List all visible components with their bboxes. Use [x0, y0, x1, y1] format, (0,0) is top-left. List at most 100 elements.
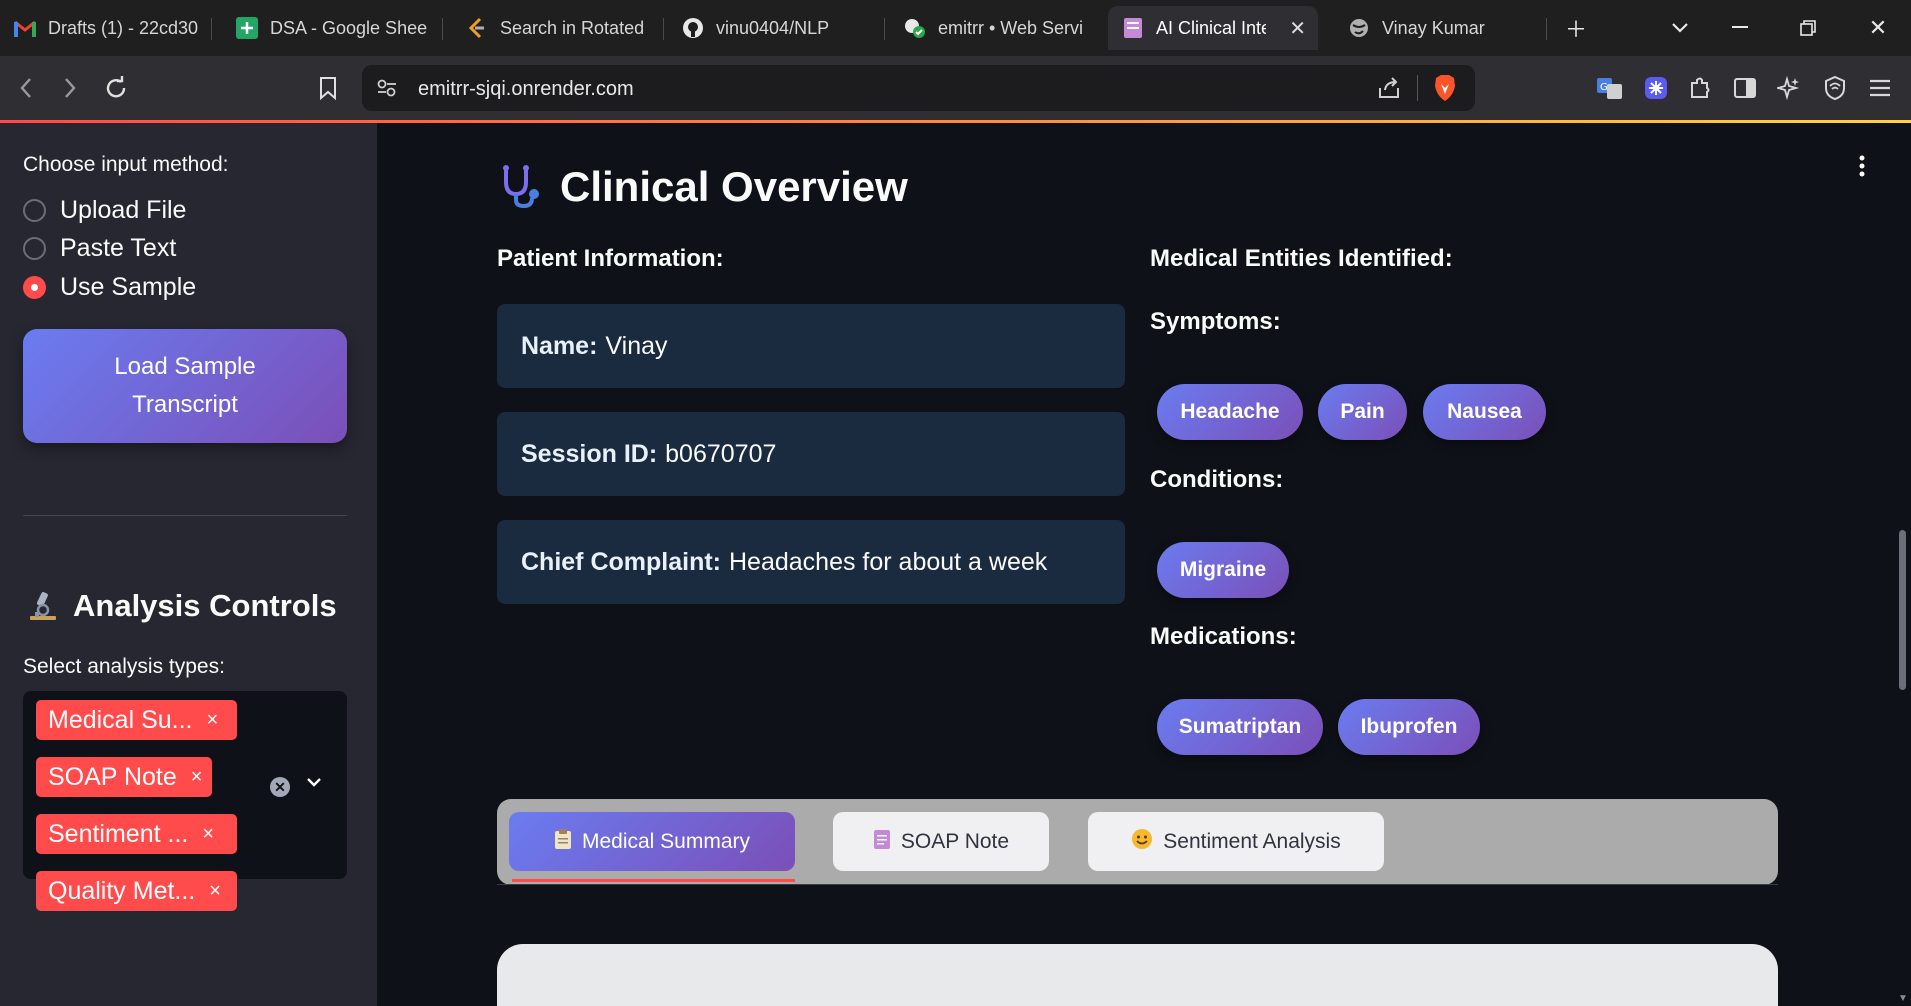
- app-menu-icon[interactable]: [1859, 155, 1865, 182]
- new-tab-icon[interactable]: ＋: [1556, 10, 1596, 46]
- session-id-card: Session ID: b0670707: [497, 412, 1125, 496]
- analysis-controls-title: Analysis Controls: [73, 588, 337, 623]
- browser-tab-render[interactable]: emitrr • Web Servi: [890, 6, 1100, 50]
- symptom-pill: Nausea: [1423, 384, 1546, 440]
- extensions-puzzle-icon[interactable]: [1680, 68, 1720, 108]
- tab-title: emitrr • Web Servi: [938, 17, 1083, 38]
- radio-button[interactable]: [23, 237, 46, 260]
- tab-label: SOAP Note: [900, 829, 1010, 853]
- analysis-type-multiselect[interactable]: Medical Su... × SOAP Note × Sentiment ..…: [23, 691, 347, 911]
- chip-remove-icon[interactable]: ×: [191, 766, 203, 789]
- chevron-down-icon[interactable]: [306, 775, 322, 793]
- browser-tab-active[interactable]: AI Clinical Inte ✕: [1108, 6, 1318, 50]
- share-icon[interactable]: [1377, 76, 1401, 105]
- load-sample-button[interactable]: Load Sample Transcript: [23, 329, 347, 443]
- tab-separator: [1546, 18, 1547, 40]
- conditions-heading: Conditions:: [1150, 466, 1284, 493]
- leo-ai-icon[interactable]: [1769, 68, 1809, 108]
- chip-label: Quality Met...: [48, 876, 196, 905]
- leetcode-icon: [466, 17, 488, 39]
- tab-label: Medical Summary: [581, 829, 751, 853]
- back-icon[interactable]: [6, 68, 46, 108]
- chip-sentiment: Sentiment ... ×: [36, 814, 237, 854]
- medication-pill: Sumatriptan: [1157, 699, 1323, 755]
- complaint-label: Chief Complaint:: [521, 547, 721, 576]
- translate-icon[interactable]: G: [1590, 68, 1630, 108]
- page-title-text: Clinical Overview: [560, 163, 908, 210]
- forward-icon[interactable]: [50, 68, 90, 108]
- tab-title: vinu0404/NLP: [716, 17, 830, 38]
- chip-remove-icon[interactable]: ×: [202, 823, 214, 846]
- notepad-icon: [873, 828, 891, 855]
- reload-icon[interactable]: [96, 68, 136, 108]
- input-method-label: Choose input method:: [23, 153, 229, 176]
- symptom-pill: Headache: [1157, 384, 1303, 440]
- vpn-shield-icon[interactable]: [1815, 68, 1855, 108]
- condition-pill: Migraine: [1157, 542, 1289, 598]
- radio-paste-text[interactable]: Paste Text: [23, 234, 176, 263]
- tab-sentiment-analysis[interactable]: Sentiment Analysis: [1088, 812, 1384, 871]
- tab-content-panel: [497, 944, 1778, 1006]
- browser-tab-sheets[interactable]: DSA - Google Shee: [222, 6, 440, 50]
- render-icon: [904, 17, 926, 39]
- browser-tab-github[interactable]: vinu0404/NLP: [668, 6, 878, 50]
- chip-remove-icon[interactable]: ×: [209, 880, 221, 903]
- browser-tab-gmail[interactable]: Drafts (1) - 22cd30: [0, 6, 210, 50]
- close-tab-icon[interactable]: ✕: [1289, 16, 1306, 41]
- radio-use-sample[interactable]: Use Sample: [23, 273, 196, 302]
- browser-toolbar: emitrr-sjqi.onrender.com G: [0, 56, 1911, 120]
- chief-complaint: Headaches for about a week: [729, 547, 1048, 576]
- svg-text:G: G: [1600, 82, 1608, 93]
- active-tab-indicator: [512, 879, 795, 882]
- globe-icon: [1348, 17, 1370, 39]
- symptoms-heading: Symptoms:: [1150, 308, 1281, 335]
- tab-search-chevron-icon[interactable]: [1660, 10, 1700, 46]
- site-settings-icon[interactable]: [376, 78, 398, 103]
- radio-button[interactable]: [23, 199, 46, 222]
- restore-icon[interactable]: [1788, 10, 1828, 46]
- radio-label: Use Sample: [60, 273, 197, 301]
- minimize-icon[interactable]: [1720, 10, 1760, 46]
- radio-button-selected[interactable]: [23, 276, 46, 299]
- tab-divider: [497, 884, 1778, 885]
- extension-icon[interactable]: [1636, 68, 1676, 108]
- symptom-pill: Pain: [1318, 384, 1407, 440]
- analysis-types-label: Select analysis types:: [23, 655, 225, 678]
- radio-upload-file[interactable]: Upload File: [23, 196, 186, 225]
- url-text[interactable]: emitrr-sjqi.onrender.com: [418, 78, 634, 101]
- tab-title: Vinay Kumar: [1382, 17, 1485, 38]
- tab-title: Search in Rotated: [500, 17, 645, 38]
- menu-icon[interactable]: [1860, 68, 1900, 108]
- tab-title: DSA - Google Shee: [270, 17, 428, 38]
- session-label: Session ID:: [521, 439, 658, 468]
- patient-name: Vinay: [605, 331, 668, 360]
- medications-heading: Medications:: [1150, 623, 1297, 650]
- analysis-tabs: Medical Summary SOAP Note Sentiment Anal…: [497, 799, 1778, 885]
- chip-remove-icon[interactable]: ×: [207, 709, 219, 732]
- tab-soap-note[interactable]: SOAP Note: [833, 812, 1049, 871]
- radio-label: Paste Text: [60, 234, 177, 262]
- clear-all-icon[interactable]: ✕: [270, 777, 290, 797]
- sidebar-divider: [23, 515, 347, 516]
- bookmark-icon[interactable]: [308, 68, 348, 108]
- patient-name-card: Name: Vinay: [497, 304, 1125, 388]
- patient-info-heading: Patient Information:: [497, 245, 724, 272]
- analysis-controls-heading: Analysis Controls: [27, 588, 337, 624]
- close-window-icon[interactable]: ✕: [1858, 10, 1898, 46]
- sidebar-toggle-icon[interactable]: [1725, 68, 1765, 108]
- tab-medical-summary[interactable]: Medical Summary: [509, 812, 795, 871]
- google-sheets-icon: [236, 17, 258, 39]
- brave-shield-icon[interactable]: [1433, 74, 1457, 107]
- tab-separator: [211, 18, 212, 40]
- medication-pill: Ibuprofen: [1338, 699, 1480, 755]
- tab-title: Drafts (1) - 22cd30: [48, 17, 199, 38]
- entities-heading: Medical Entities Identified:: [1150, 245, 1453, 272]
- session-id: b0670707: [665, 439, 777, 468]
- browser-tab-portfolio[interactable]: Vinay Kumar: [1334, 6, 1544, 50]
- scroll-down-arrow-icon[interactable]: ▼: [1898, 993, 1908, 1004]
- page-scrollbar[interactable]: [1899, 530, 1906, 690]
- browser-tab-leetcode[interactable]: Search in Rotated: [452, 6, 662, 50]
- microscope-icon: [27, 590, 59, 622]
- chip-quality-metrics: Quality Met... ×: [36, 871, 237, 911]
- address-bar[interactable]: emitrr-sjqi.onrender.com: [362, 65, 1475, 111]
